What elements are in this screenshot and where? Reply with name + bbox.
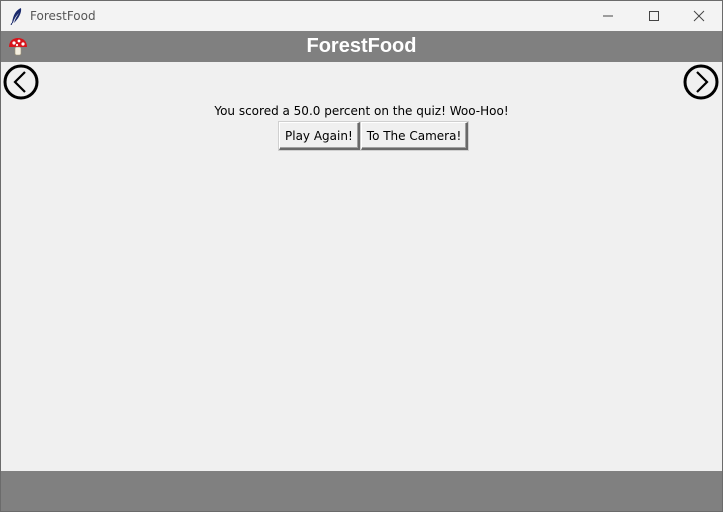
minimize-button[interactable] (585, 1, 631, 31)
score-message: You scored a 50.0 percent on the quiz! W… (214, 104, 509, 118)
maximize-icon (648, 7, 660, 26)
feather-icon (10, 7, 24, 26)
app-window: ForestFood ForestFood You scored a 50.0 … (0, 0, 723, 512)
app-title: ForestFood (306, 35, 417, 57)
header-bar: ForestFood (1, 31, 722, 62)
chevron-left-circle-icon (3, 64, 39, 104)
action-buttons: Play Again! To The Camera! (279, 122, 469, 150)
close-icon (693, 7, 705, 26)
back-button[interactable] (3, 64, 39, 100)
maximize-button[interactable] (631, 1, 677, 31)
close-button[interactable] (676, 1, 722, 31)
title-bar[interactable]: ForestFood (1, 1, 722, 31)
to-camera-button[interactable]: To The Camera! (360, 122, 469, 150)
play-again-button[interactable]: Play Again! (279, 122, 360, 150)
chevron-right-circle-icon (683, 64, 719, 104)
forward-button[interactable] (683, 64, 719, 100)
minimize-icon (602, 7, 614, 26)
window-title: ForestFood (30, 9, 96, 23)
footer-bar (1, 471, 722, 511)
